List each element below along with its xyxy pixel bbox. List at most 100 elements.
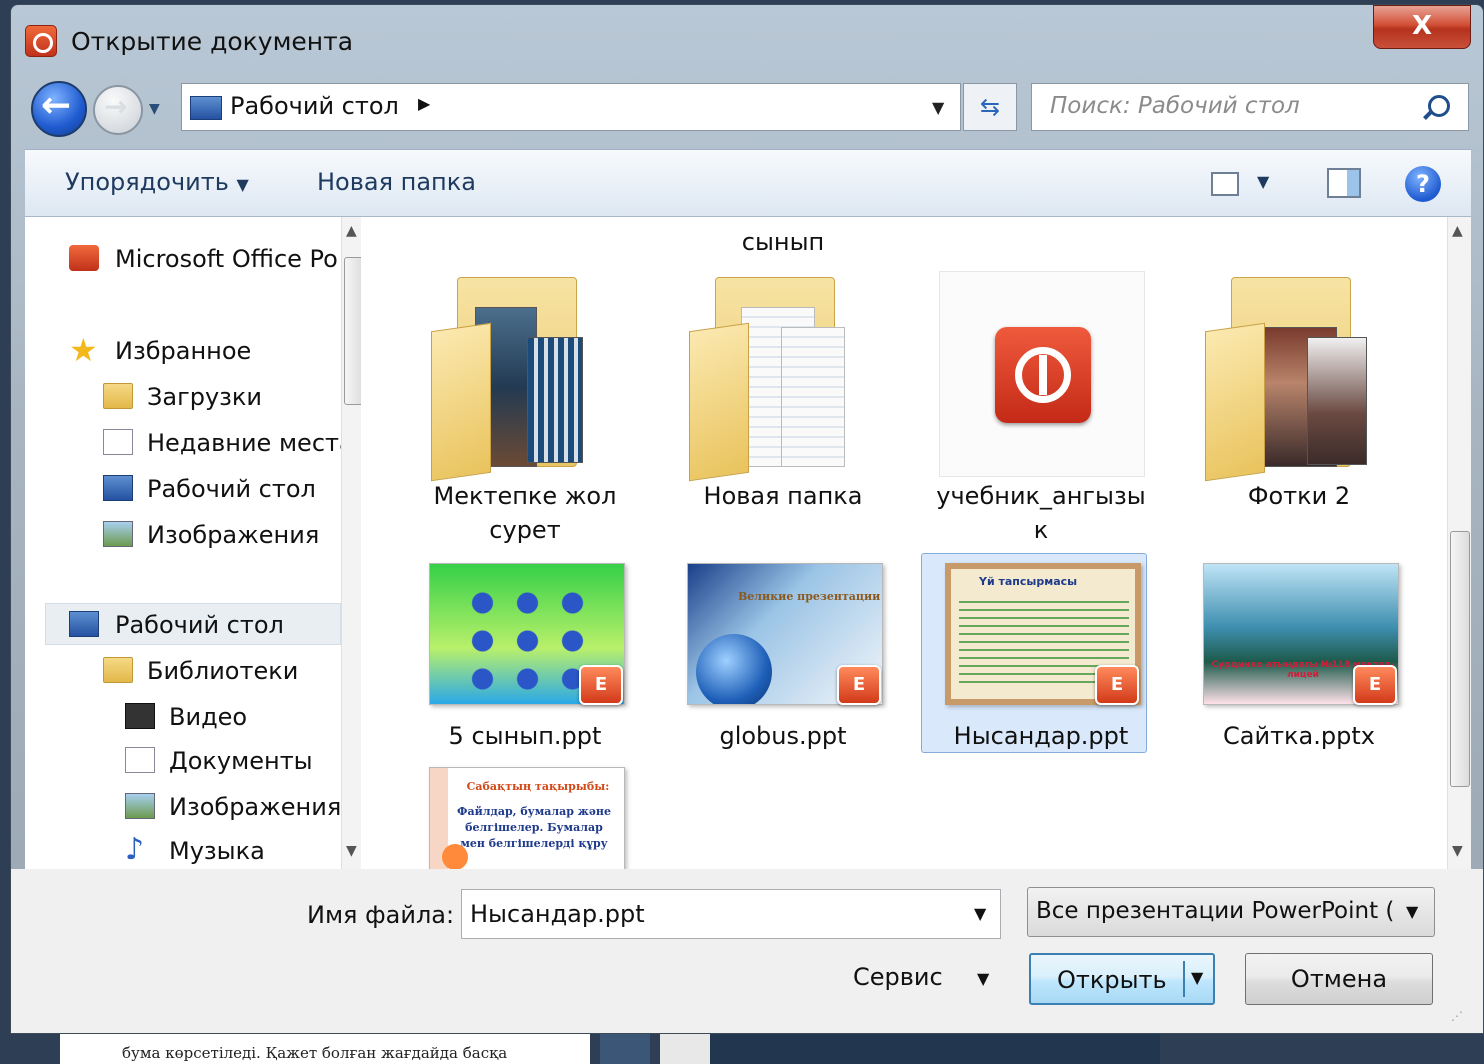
view-dropdown-icon[interactable]: ▼ xyxy=(1257,172,1269,191)
resize-grip-icon[interactable]: ⋰ xyxy=(1451,1009,1463,1023)
file-item[interactable]: Великие презентации E globus.ppt xyxy=(671,555,895,755)
background-panel xyxy=(710,1030,1160,1064)
sidebar-item-libraries[interactable]: Библиотеки xyxy=(147,657,298,685)
filename-value[interactable]: Нысандар.ppt xyxy=(470,900,645,928)
background-panel xyxy=(660,1030,710,1064)
scroll-down-icon[interactable]: ▼ xyxy=(1452,843,1463,859)
search-icon[interactable] xyxy=(1428,95,1450,117)
file-label: к xyxy=(1033,516,1049,544)
change-view-icon[interactable] xyxy=(1211,172,1239,196)
background-document-text: бума көрсетіледі. Қажет болған жағдайда … xyxy=(122,1044,508,1062)
pictures-icon xyxy=(125,793,155,819)
scrollbar-thumb[interactable] xyxy=(1450,531,1470,787)
organize-button[interactable]: Упорядочить ▼ xyxy=(65,168,249,196)
powerpoint-icon: E xyxy=(837,665,881,705)
cancel-button[interactable]: Отмена xyxy=(1245,953,1433,1005)
file-item[interactable]: Сурдинко атындагы №118 мектеп-лицей E Са… xyxy=(1187,555,1411,755)
toolbar: Упорядочить ▼ Новая папка ▼ ? xyxy=(25,149,1471,217)
search-input[interactable]: Поиск: Рабочий стол xyxy=(1031,83,1469,131)
libraries-icon xyxy=(103,657,133,683)
title-bar: Открытие документа X xyxy=(11,5,1483,73)
slide-thumbnail: Сабақтың тақырыбы: Файлдар, бумалар және… xyxy=(429,767,625,869)
slide-body: Файлдар, бумалар және белгішелер. Бумала… xyxy=(457,805,611,850)
navigation-bar: ▼ Рабочий стол ▶ ▼ ⇆ Поиск: Рабочий стол xyxy=(11,75,1483,143)
file-label: учебник_ангызы xyxy=(936,482,1146,510)
file-item[interactable]: E 5 сынып.ppt xyxy=(413,555,637,755)
folder-flap xyxy=(689,322,749,482)
file-item[interactable]: Фотки 2 xyxy=(1187,267,1411,547)
background-document: бума көрсетіледі. Қажет болған жағдайда … xyxy=(60,1030,590,1064)
filename-label: Имя файла: xyxy=(307,901,455,929)
chevron-down-icon: ▼ xyxy=(1406,902,1419,921)
powerpoint-icon: E xyxy=(1095,665,1139,705)
sidebar-item-pictures[interactable]: Изображения xyxy=(169,793,341,821)
partial-file-label[interactable]: сынып xyxy=(671,225,895,259)
file-label: Фотки 2 xyxy=(1247,482,1351,510)
file-label: Новая папка xyxy=(703,482,863,510)
address-text[interactable]: Рабочий стол xyxy=(230,92,399,120)
recent-places-icon xyxy=(103,429,133,455)
file-type-select[interactable]: Все презентации PowerPoint ( ▼ xyxy=(1027,887,1435,937)
file-item[interactable]: Мектепке жол сурет xyxy=(413,267,637,547)
file-list-scrollbar[interactable]: ▲ ▼ xyxy=(1447,217,1471,869)
sidebar-item-recent[interactable]: Недавние места xyxy=(147,429,354,457)
open-options-dropdown-icon[interactable]: ▼ xyxy=(1191,968,1203,987)
open-dialog: Открытие документа X ▼ Рабочий стол ▶ ▼ … xyxy=(10,4,1484,1034)
powerpoint-icon: E xyxy=(1353,665,1397,705)
music-icon: ♪ xyxy=(125,832,145,867)
star-icon: ★ xyxy=(69,331,98,369)
file-item[interactable]: Новая папка xyxy=(671,267,895,547)
slide-title: Великие презентации xyxy=(738,590,881,603)
open-button[interactable]: Открыть ▼ xyxy=(1029,953,1215,1005)
history-dropdown-icon[interactable]: ▼ xyxy=(149,101,160,117)
sidebar-item-video[interactable]: Видео xyxy=(169,703,247,731)
refresh-button[interactable]: ⇆ xyxy=(963,83,1017,131)
sidebar-item-music[interactable]: Музыка xyxy=(169,837,265,865)
filename-field[interactable]: Нысандар.ppt ▼ xyxy=(461,889,1001,939)
tools-button[interactable]: Сервис xyxy=(853,963,943,991)
desktop-icon xyxy=(190,96,222,120)
sidebar-item-documents[interactable]: Документы xyxy=(169,747,313,775)
desktop-icon xyxy=(103,475,133,501)
breadcrumb-arrow-icon[interactable]: ▶ xyxy=(418,94,430,113)
file-label: 5 сынып.ppt xyxy=(448,722,602,750)
address-dropdown-icon[interactable]: ▼ xyxy=(932,98,944,117)
search-placeholder: Поиск: Рабочий стол xyxy=(1050,93,1300,119)
powerpoint-icon xyxy=(69,245,99,271)
file-item[interactable]: учебник_ангызы к xyxy=(929,267,1153,547)
navigation-pane: Microsoft Office Po ★ Избранное Загрузки… xyxy=(25,217,361,869)
scroll-up-icon[interactable]: ▲ xyxy=(346,223,357,239)
scrollbar-thumb[interactable] xyxy=(344,257,361,405)
file-label: Мектепке жол xyxy=(433,482,617,510)
open-button-label: Открыть xyxy=(1057,966,1167,994)
help-icon[interactable]: ? xyxy=(1405,166,1441,202)
scroll-up-icon[interactable]: ▲ xyxy=(1452,223,1463,239)
close-button[interactable]: X xyxy=(1373,5,1471,49)
preview-pane-icon[interactable] xyxy=(1327,168,1361,198)
slide-title: Сабақтың тақырыбы: xyxy=(466,780,610,793)
sidebar-item-desktop[interactable]: Рабочий стол xyxy=(115,611,284,639)
navigation-scrollbar[interactable]: ▲ ▼ xyxy=(341,217,361,869)
forward-button[interactable] xyxy=(93,85,143,135)
sidebar-item-desktop-fav[interactable]: Рабочий стол xyxy=(147,475,316,503)
split-divider xyxy=(1183,961,1185,997)
address-bar[interactable]: Рабочий стол ▶ ▼ xyxy=(181,83,961,131)
tools-dropdown-icon[interactable]: ▼ xyxy=(977,969,989,988)
chevron-down-icon: ▼ xyxy=(236,175,249,194)
folder-flap xyxy=(431,322,491,482)
sidebar-item-office[interactable]: Microsoft Office Po xyxy=(115,245,338,273)
file-item-selected[interactable]: Үй тапсырмасы E Нысандар.ppt xyxy=(929,555,1153,755)
new-folder-button[interactable]: Новая папка xyxy=(317,168,476,196)
scroll-down-icon[interactable]: ▼ xyxy=(346,843,357,859)
pictures-icon xyxy=(103,521,133,547)
downloads-folder-icon xyxy=(103,383,133,409)
window-title: Открытие документа xyxy=(71,27,354,56)
powerpoint-icon xyxy=(25,25,57,57)
filename-dropdown-icon[interactable]: ▼ xyxy=(974,904,986,923)
sidebar-item-downloads[interactable]: Загрузки xyxy=(147,383,262,411)
back-button[interactable] xyxy=(31,81,87,137)
file-item[interactable]: Сабақтың тақырыбы: Файлдар, бумалар және… xyxy=(413,763,637,869)
sidebar-item-favorites[interactable]: Избранное xyxy=(115,337,251,365)
dialog-footer: Имя файла: Нысандар.ppt ▼ Все презентаци… xyxy=(11,869,1483,1033)
sidebar-item-pictures-fav[interactable]: Изображения xyxy=(147,521,319,549)
